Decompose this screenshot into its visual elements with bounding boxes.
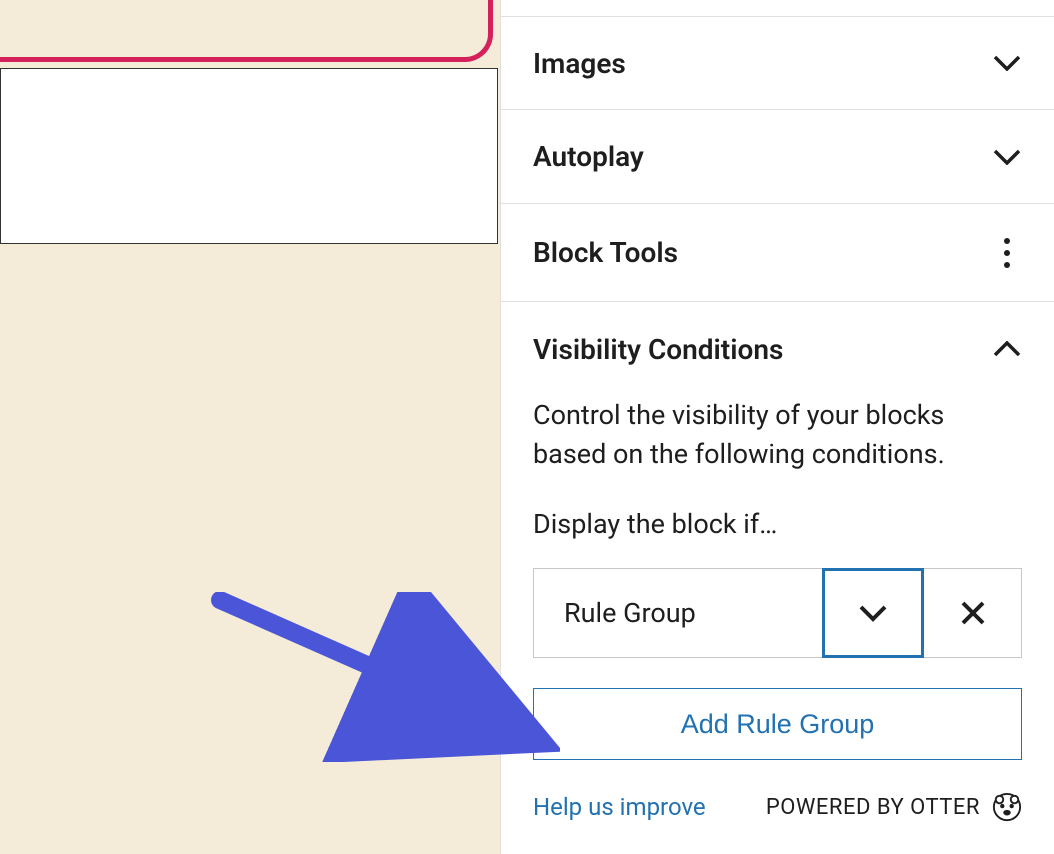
add-rule-group-button[interactable]: Add Rule Group [533,688,1022,760]
close-icon [960,600,986,626]
chevron-down-icon [992,48,1022,78]
settings-sidebar: Images Autoplay Block Tools Visibility C… [500,0,1054,854]
panel-autoplay[interactable]: Autoplay [501,110,1054,204]
otter-icon [992,792,1022,822]
panel-footer: Help us improve POWERED BY OTTER [501,782,1054,832]
rule-group-expand-button[interactable] [822,568,924,658]
panel-block-tools[interactable]: Block Tools [501,204,1054,302]
rule-group-delete-button[interactable] [924,568,1022,658]
editor-block[interactable] [0,68,498,244]
rule-group-label: Rule Group [564,597,696,629]
help-us-improve-link[interactable]: Help us improve [533,793,706,821]
rule-group-select[interactable]: Rule Group [533,568,824,658]
panel-block-tools-title: Block Tools [533,236,678,269]
panel-visibility-conditions[interactable]: Visibility Conditions [501,302,1054,396]
visibility-description: Control the visibility of your blocks ba… [533,396,1022,474]
panel-visibility-title: Visibility Conditions [533,333,783,366]
add-rule-group-label: Add Rule Group [681,709,875,740]
panel-autoplay-title: Autoplay [533,140,644,173]
chevron-down-icon [992,142,1022,172]
selected-block-highlight[interactable] [0,0,493,62]
powered-by-text: POWERED BY OTTER [766,795,980,820]
chevron-down-icon [858,604,888,622]
visibility-panel-body: Control the visibility of your blocks ba… [501,396,1054,782]
panel-images[interactable]: Images [501,16,1054,110]
panel-images-title: Images [533,47,626,80]
rule-group-row: Rule Group [533,568,1022,658]
chevron-up-icon [992,334,1022,364]
powered-by: POWERED BY OTTER [766,792,1022,822]
more-vertical-icon[interactable] [992,238,1022,268]
editor-canvas[interactable] [0,0,500,854]
display-if-label: Display the block if… [533,508,1022,540]
